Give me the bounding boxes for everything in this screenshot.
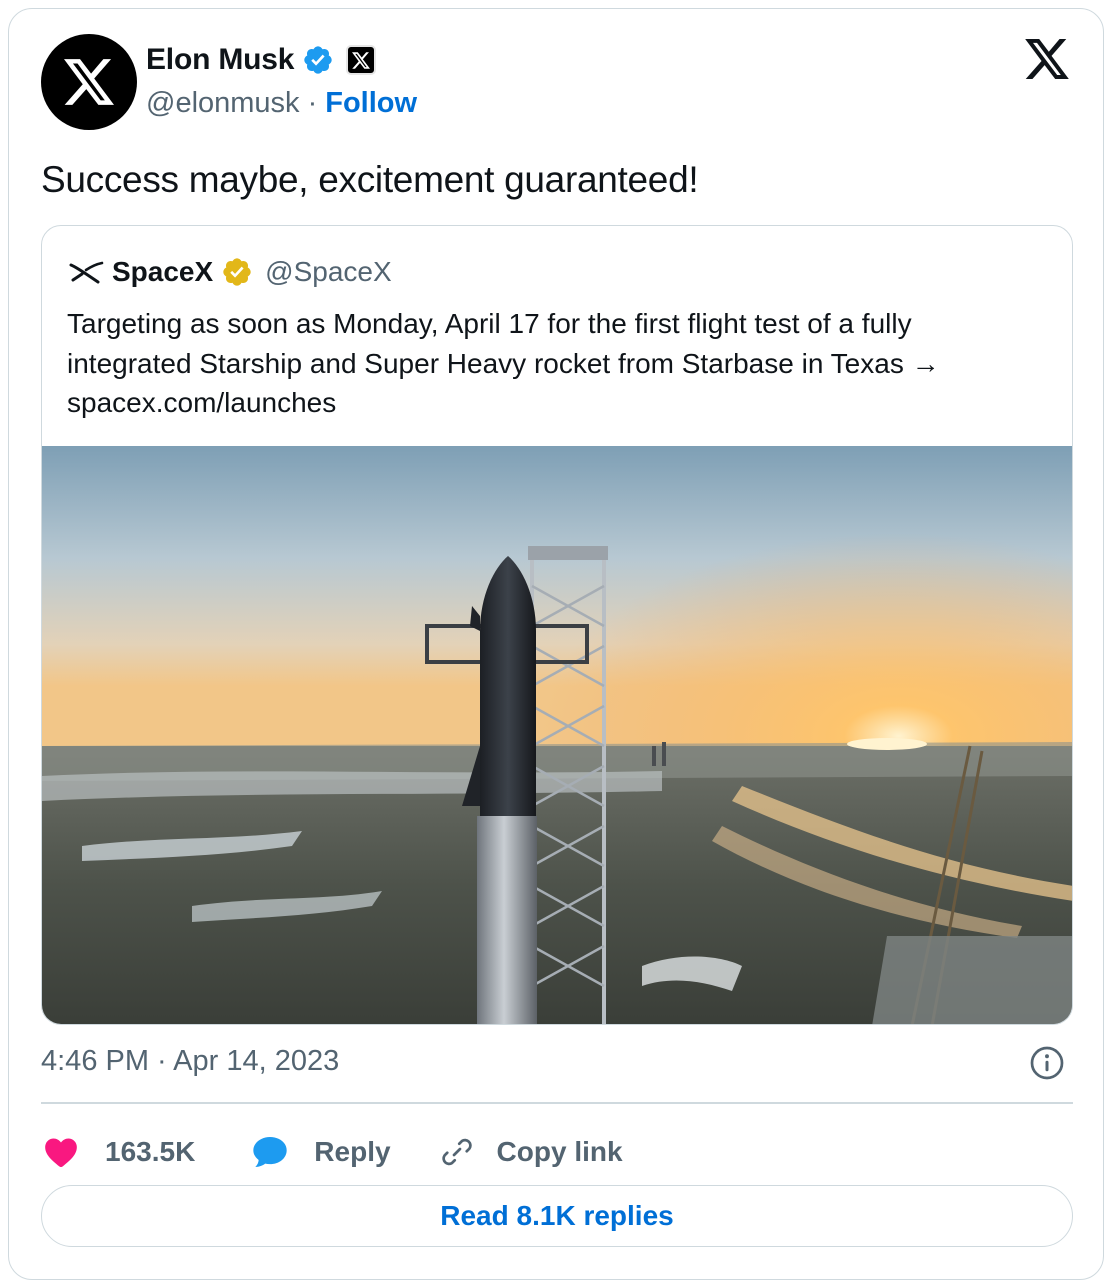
heart-icon	[45, 1138, 77, 1168]
like-count: 163.5K	[105, 1136, 196, 1167]
author-name[interactable]: Elon Musk	[146, 43, 294, 77]
separator: ·	[307, 87, 318, 119]
info-icon[interactable]	[1029, 1045, 1065, 1081]
x-logo-icon	[352, 51, 371, 69]
author-name-row: Elon Musk	[146, 43, 377, 77]
author-handle-row: @elonmusk · Follow	[146, 87, 417, 120]
quoted-text-line: integrated Starship and Super Heavy rock…	[67, 347, 940, 379]
quoted-tweet-text: Targeting as soon as Monday, April 17 fo…	[67, 304, 1057, 423]
starship-launch-photo[interactable]	[42, 446, 1072, 1024]
speech-bubble-icon	[253, 1137, 287, 1167]
quoted-author-name: SpaceX	[112, 256, 214, 287]
like-button[interactable]: 163.5K	[41, 1133, 195, 1171]
copy-link-button[interactable]: Copy link	[439, 1134, 623, 1170]
quoted-tweet[interactable]: SpaceX @SpaceX Targeting as soon as Mond…	[41, 225, 1073, 1025]
verified-gold-badge-icon	[223, 258, 251, 286]
x-logo-icon	[64, 59, 114, 105]
read-replies-button[interactable]: Read 8.1K replies	[41, 1185, 1073, 1247]
link-icon	[441, 1138, 472, 1166]
quoted-text-line: Targeting as soon as Monday, April 17 fo…	[67, 308, 912, 339]
copy-link-label: Copy link	[496, 1136, 623, 1167]
quoted-text-link[interactable]: spacex.com/launches	[67, 383, 1057, 423]
divider	[41, 1102, 1073, 1104]
reply-label: Reply	[314, 1136, 391, 1167]
tweet-timestamp[interactable]: 4:46 PM · Apr 14, 2023	[41, 1045, 339, 1078]
verified-badge-icon	[304, 46, 332, 74]
tweet-actions: 163.5K Reply Copy link	[41, 1127, 623, 1177]
reply-button[interactable]: Reply	[250, 1132, 391, 1172]
tweet-text: Success maybe, excitement guaranteed!	[41, 159, 699, 200]
spacex-logo-icon	[69, 261, 104, 284]
tweet-embed-card: Elon Musk @elonmusk · Follow Success may…	[8, 8, 1104, 1280]
photo-illustration	[42, 446, 1072, 1024]
quoted-author-handle: @SpaceX	[265, 256, 392, 287]
author-avatar[interactable]	[41, 34, 137, 130]
author-handle[interactable]: @elonmusk	[146, 87, 300, 120]
follow-button[interactable]: Follow	[325, 87, 417, 120]
x-affiliate-badge-icon	[346, 45, 377, 75]
x-logo-icon[interactable]	[1025, 39, 1069, 79]
quoted-tweet-header: SpaceX @SpaceX	[68, 256, 392, 288]
